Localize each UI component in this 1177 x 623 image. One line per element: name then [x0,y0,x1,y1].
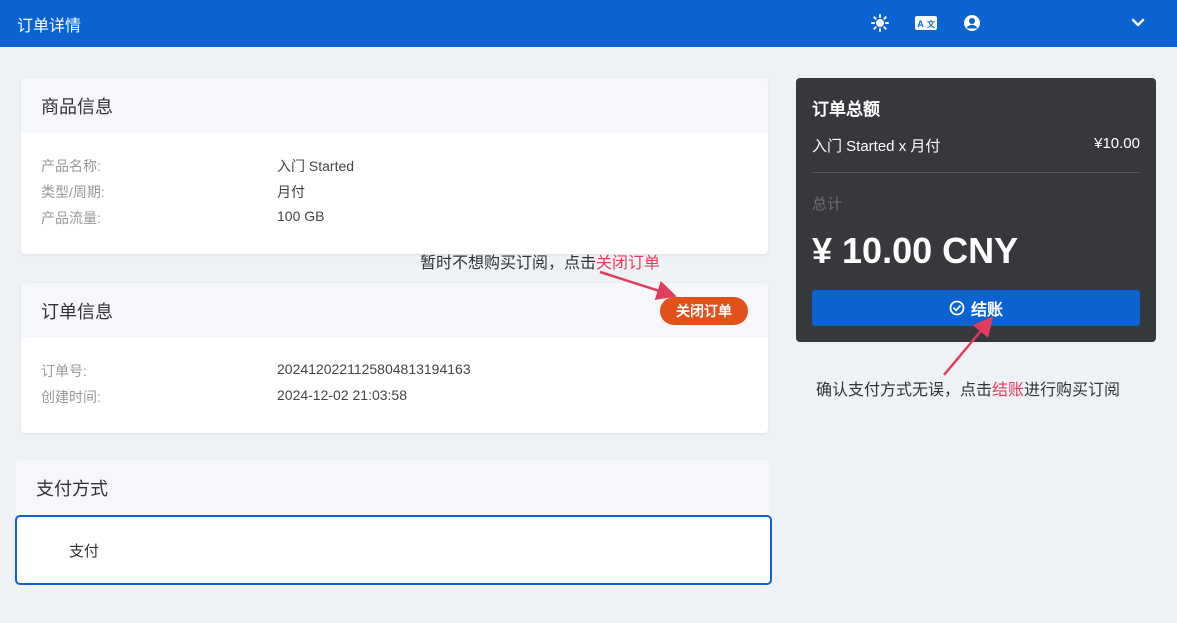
close-order-annotation: 暂时不想购买订阅，点击关闭订单 [420,249,660,273]
total-amount: ¥ 10.00 CNY [812,230,1019,271]
payment-method-heading: 支付方式 [16,460,770,516]
checkout-annotation-suffix: 进行购买订阅 [1024,382,1121,399]
summary-line-item: 入门 Started x 月付 [812,138,941,155]
checkout-button[interactable]: 结账 [812,290,1140,326]
checkout-annotation-highlight: 结账 [992,382,1025,399]
order-info-card: 订单信息 订单号: 2024120221125804813194163 创建时间… [21,283,768,433]
product-name-label: 产品名称: [41,158,101,174]
chevron-down-icon[interactable] [1128,13,1148,33]
product-traffic-value: 100 GB [277,208,325,224]
order-created-value: 2024-12-02 21:03:58 [277,387,407,403]
order-info-heading: 订单信息 [21,283,768,338]
product-period-value: 月付 [277,184,305,200]
checkout-label: 结账 [970,302,1003,319]
close-annotation-text: 暂时不想购买订阅，点击 [420,255,597,272]
summary-title: 订单总额 [812,100,880,119]
top-bar: 订单详情 A文 [0,0,1177,47]
page-title: 订单详情 [17,18,82,35]
close-order-button[interactable]: 关闭订单 [660,297,748,325]
close-annotation-highlight: 关闭订单 [596,255,661,272]
product-info-heading: 商品信息 [21,78,768,133]
payment-option[interactable]: 支付 [15,515,772,585]
sun-icon[interactable] [870,13,890,33]
order-summary-panel: 订单总额 入门 Started x 月付 ¥10.00 总计 ¥ 10.00 C… [796,78,1156,342]
user-account-icon[interactable] [962,13,982,33]
total-label: 总计 [812,196,843,213]
checkout-annotation-text: 确认支付方式无误，点击 [816,382,993,399]
check-circle-icon [949,300,965,316]
product-period-label: 类型/周期: [41,184,105,200]
svg-text:文: 文 [927,19,936,29]
product-name-value: 入门 Started [277,158,355,174]
svg-text:A: A [917,19,924,29]
checkout-annotation: 确认支付方式无误，点击结账进行购买订阅 [816,376,1120,400]
summary-divider [812,172,1140,173]
order-number-label: 订单号: [41,363,87,379]
order-created-label: 创建时间: [41,389,101,405]
translate-icon[interactable]: A文 [915,13,937,33]
product-traffic-label: 产品流量: [41,210,101,226]
product-info-card: 商品信息 产品名称: 入门 Started 类型/周期: 月付 产品流量: 10… [21,78,768,254]
summary-line-price: ¥10.00 [1094,135,1140,152]
order-number-value: 2024120221125804813194163 [277,361,471,377]
